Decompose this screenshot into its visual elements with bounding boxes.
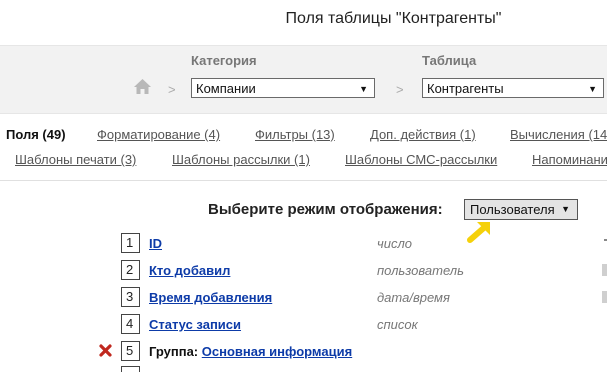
field-order-input[interactable]: 3 [121, 287, 140, 307]
divider [0, 180, 607, 181]
tab-extra-actions[interactable]: Доп. действия (1) [370, 127, 476, 142]
chevron-down-icon: ▼ [588, 84, 597, 94]
home-icon[interactable] [134, 79, 151, 99]
tab-formatting[interactable]: Форматирование (4) [97, 127, 220, 142]
tab-calculations[interactable]: Вычисления (14 [510, 127, 607, 142]
tab-print-templates[interactable]: Шаблоны печати (3) [15, 152, 136, 167]
tab-sms-templates[interactable]: Шаблоны СМС-рассылки [345, 152, 497, 167]
tab-mailing-templates[interactable]: Шаблоны рассылки (1) [172, 152, 310, 167]
tab-reminders[interactable]: Напоминани [532, 152, 607, 167]
breadcrumb-separator: > [168, 82, 176, 97]
group-row: 5 Группа: Основная информация [0, 341, 607, 363]
group-link[interactable]: Основная информация [202, 344, 352, 359]
table-label: Таблица [422, 53, 477, 68]
display-mode-label: Выберите режим отображения: [208, 201, 443, 218]
chevron-down-icon: ▼ [561, 204, 570, 214]
delete-icon[interactable] [99, 344, 112, 360]
group-label: Группа: Основная информация [149, 344, 352, 359]
tabs-row-primary: Поля (49) Форматирование (4) Фильтры (13… [0, 127, 607, 147]
table-select-value: Контрагенты [427, 81, 504, 96]
field-link[interactable]: Кто добавил [149, 263, 230, 278]
category-select-value: Компании [196, 81, 256, 96]
field-row: 4 Статус записи список [0, 314, 607, 336]
field-row: 3 Время добавления дата/время [0, 287, 607, 309]
display-mode-value: Пользователя [470, 202, 555, 217]
field-type: пользователь [377, 263, 464, 278]
next-row-stub [121, 366, 140, 372]
page-title: Поля таблицы "Контрагенты" [285, 10, 502, 27]
field-order-input[interactable]: 4 [121, 314, 140, 334]
field-type: дата/время [377, 290, 450, 305]
group-prefix: Группа: [149, 344, 199, 359]
field-link[interactable]: Время добавления [149, 290, 272, 305]
breadcrumb-separator-2: > [396, 82, 404, 97]
row-checkbox[interactable] [602, 291, 607, 303]
category-select[interactable]: Компании ▼ [191, 78, 375, 98]
chevron-down-icon: ▼ [359, 84, 368, 94]
field-order-input[interactable]: 1 [121, 233, 140, 253]
row-checkbox[interactable] [602, 264, 607, 276]
field-order-input[interactable]: 2 [121, 260, 140, 280]
field-type: список [377, 317, 418, 332]
field-row: 1 ID число [0, 233, 607, 255]
tabs-row-secondary: Шаблоны печати (3) Шаблоны рассылки (1) … [0, 152, 607, 172]
field-type: число [377, 236, 413, 251]
tab-fields[interactable]: Поля (49) [6, 127, 66, 142]
field-row: 2 Кто добавил пользователь [0, 260, 607, 282]
display-mode-select[interactable]: Пользователя ▼ [464, 199, 578, 220]
category-label: Категория [191, 53, 257, 68]
group-order-input[interactable]: 5 [121, 341, 140, 361]
table-select[interactable]: Контрагенты ▼ [422, 78, 604, 98]
field-link[interactable]: Статус записи [149, 317, 241, 332]
tab-filters[interactable]: Фильтры (13) [255, 127, 335, 142]
selector-band: Категория Таблица > Компании ▼ > Контраг… [0, 45, 607, 114]
field-link[interactable]: ID [149, 236, 162, 251]
